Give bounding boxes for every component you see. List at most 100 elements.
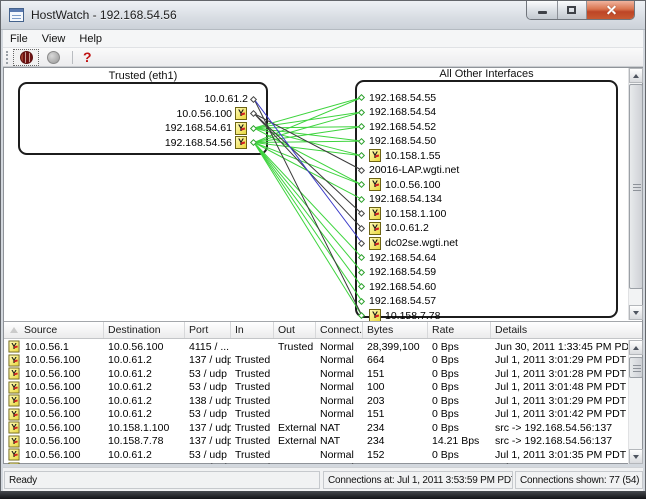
node-diamond: [358, 298, 365, 305]
cell-rate: 0 Bps: [428, 354, 491, 366]
menu-view[interactable]: View: [35, 30, 73, 47]
cell-source: Y10.0.56.1: [4, 340, 104, 353]
table-scrollbar[interactable]: [628, 340, 642, 464]
right-node-192.168.54.59[interactable]: 192.168.54.59: [359, 265, 614, 279]
column-label: Destination: [108, 324, 161, 336]
table-row[interactable]: Y10.0.56.10010.0.61.253 / udpTrustedNorm…: [4, 381, 628, 395]
right-node-10.158.1.100[interactable]: Y10.158.1.100: [359, 207, 614, 221]
table-row[interactable]: Y10.0.56.10010.0.61.2137 / udpTrustedNor…: [4, 354, 628, 368]
right-node-192.168.54.50[interactable]: 192.168.54.50: [359, 134, 614, 148]
table-row[interactable]: Y10.0.56.10010.0.61.2138 / udpTrustedNor…: [4, 394, 628, 408]
menu-bar: FileViewHelp: [3, 30, 643, 48]
table-scroll-up-button[interactable]: [629, 340, 643, 355]
right-node-192.168.54.134[interactable]: 192.168.54.134: [359, 192, 614, 206]
left-node-192.168.54.61[interactable]: 192.168.54.61Y: [18, 121, 256, 135]
cell-port: 53 / udp: [185, 408, 231, 420]
cell-details: Jul 1, 2011 3:01:42 PM PDT: [491, 408, 628, 420]
close-button[interactable]: [587, 1, 634, 19]
cell-in: Trusted: [231, 462, 274, 464]
right-node-10.0.61.2[interactable]: Y10.0.61.2: [359, 221, 614, 235]
app-icon: [9, 8, 24, 22]
cell-port: 4115 / ...: [185, 341, 231, 353]
left-node-10.0.61.2[interactable]: 10.0.61.2: [18, 92, 256, 106]
right-node-192.168.54.57[interactable]: 192.168.54.57: [359, 294, 614, 308]
arrow-down-icon: [633, 311, 639, 315]
node-label: 192.168.54.55: [369, 92, 436, 104]
cell-in: Trusted: [231, 381, 274, 393]
toolbar-gripper[interactable]: [6, 51, 9, 64]
source-text: 10.0.56.100: [25, 408, 80, 420]
cell-connect: Normal: [316, 354, 363, 366]
start-button[interactable]: [41, 49, 66, 66]
cell-in: Trusted: [231, 395, 274, 407]
right-node-dc02se.wgti.net[interactable]: Ydc02se.wgti.net: [359, 236, 614, 250]
graph-scrollbar[interactable]: [628, 68, 642, 320]
left-node-192.168.54.56[interactable]: 192.168.54.56Y: [18, 136, 256, 150]
column-header-port[interactable]: Port: [185, 322, 231, 338]
host-log-icon: Y: [235, 107, 247, 120]
maximize-button[interactable]: [558, 1, 587, 19]
minimize-button[interactable]: [527, 1, 558, 19]
source-text: 10.0.56.100: [25, 435, 80, 447]
menu-help[interactable]: Help: [72, 30, 109, 47]
table-scroll-down-button[interactable]: [629, 449, 643, 464]
table-row[interactable]: Y10.0.56.10010.158.1.100137 / udpTrusted…: [4, 421, 628, 435]
column-label: Port: [189, 324, 208, 336]
menu-file[interactable]: File: [3, 30, 35, 47]
node-diamond: [358, 225, 365, 232]
sort-ascending-icon: [10, 327, 18, 333]
table-row[interactable]: Y10.0.56.10010.158.7.78137 / udpTrustedE…: [4, 435, 628, 449]
column-header-bytes[interactable]: Bytes: [363, 322, 428, 338]
cell-bytes: 3,243: [363, 462, 428, 464]
node-diamond: [358, 269, 365, 276]
node-label: 192.168.54.61: [165, 122, 232, 134]
table-row[interactable]: Y10.0.56.10010.0.61.253 / udpTrustedNorm…: [4, 367, 628, 381]
node-diamond: [250, 110, 257, 117]
minimize-icon: [538, 11, 547, 14]
table-row[interactable]: Y10.0.56.10010.0.61.253 / udpTrustedNorm…: [4, 448, 628, 462]
host-log-icon: Y: [369, 222, 381, 235]
table-row[interactable]: Y10.0.56.110.0.56.1004115 / ...TrustedNo…: [4, 340, 628, 354]
graph-scroll-up-button[interactable]: [629, 68, 643, 83]
right-node-192.168.54.54[interactable]: 192.168.54.54: [359, 105, 614, 119]
graph-scroll-down-button[interactable]: [629, 305, 643, 320]
host-log-icon: Y: [8, 368, 19, 380]
right-node-10.158.1.55[interactable]: Y10.158.1.55: [359, 149, 614, 163]
graph-scrollbar-thumb[interactable]: [629, 84, 643, 289]
source-text: 10.0.56.100: [25, 422, 80, 434]
help-button[interactable]: ?: [83, 49, 92, 65]
column-header-rate[interactable]: Rate: [428, 322, 491, 338]
cell-destination: 10.158.1.100: [104, 422, 185, 434]
right-node-10.0.56.100[interactable]: Y10.0.56.100: [359, 178, 614, 192]
column-header-connect[interactable]: Connect...: [316, 322, 363, 338]
column-header-in[interactable]: In: [231, 322, 274, 338]
column-header-destination[interactable]: Destination: [104, 322, 185, 338]
column-header-source[interactable]: Source: [4, 322, 104, 338]
right-node-192.168.54.52[interactable]: 192.168.54.52: [359, 120, 614, 134]
column-header-details[interactable]: Details: [491, 322, 642, 338]
left-node-10.0.56.100[interactable]: 10.0.56.100Y: [18, 107, 256, 121]
status-connections-at: Connections at: Jul 1, 2011 3:53:59 PM P…: [323, 471, 513, 489]
connection-line-green: [254, 143, 362, 258]
window-controls: [526, 1, 635, 20]
node-diamond: [358, 239, 365, 246]
column-header-out[interactable]: Out: [274, 322, 316, 338]
cell-source: Y10.0.56.100: [4, 435, 104, 448]
table-row[interactable]: Y10.0.56.10010.0.61.253 / udpTrustedNorm…: [4, 408, 628, 422]
arrow-up-icon: [633, 74, 639, 78]
node-label: 192.168.54.134: [369, 193, 442, 205]
source-text: 10.0.56.1: [25, 341, 69, 353]
node-diamond: [358, 254, 365, 261]
table-scrollbar-thumb[interactable]: [629, 357, 643, 378]
cell-port: 53 / udp: [185, 368, 231, 380]
node-label: 10.158.1.100: [385, 208, 446, 220]
table-row[interactable]: Y10.0.56.10010.0.61.2138 / udpTrustedNor…: [4, 462, 628, 465]
title-bar[interactable]: HostWatch - 192.168.54.56: [1, 1, 645, 30]
right-node-192.168.54.55[interactable]: 192.168.54.55: [359, 91, 614, 105]
right-node-192.168.54.64[interactable]: 192.168.54.64: [359, 251, 614, 265]
cell-source: Y10.0.56.100: [4, 462, 104, 464]
right-node-192.168.54.60[interactable]: 192.168.54.60: [359, 280, 614, 294]
node-label: 192.168.54.64: [369, 252, 436, 264]
pause-button[interactable]: [13, 49, 39, 66]
right-node-20016-LAP.wgti.net[interactable]: 20016-LAP.wgti.net: [359, 163, 614, 177]
